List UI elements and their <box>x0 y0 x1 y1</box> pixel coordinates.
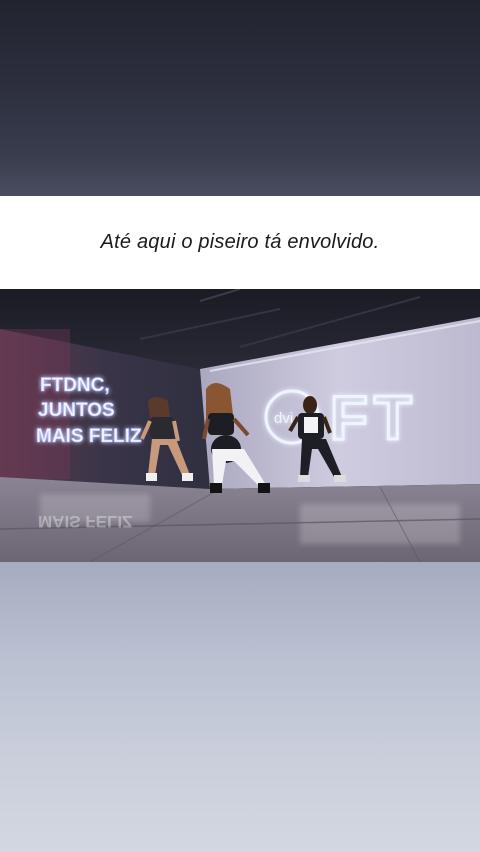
dance-studio-scene: FTDNC, JUNTOS MAIS FELIZ dvi FT MAIS FEL… <box>0 289 480 562</box>
small-logo-text: dvi <box>274 410 293 427</box>
neon-floor-reflection: MAIS FELIZ <box>38 512 132 531</box>
neon-sign-line: MAIS FELIZ <box>36 426 142 447</box>
blurred-background-bottom <box>0 562 480 852</box>
screen: Até aqui o piseiro tá envolvido. FTDNC, … <box>0 0 480 852</box>
neon-sign-line: JUNTOS <box>38 400 115 421</box>
caption-text: Até aqui o piseiro tá envolvido. <box>100 231 380 253</box>
neon-logo-text: FT <box>330 384 418 453</box>
neon-sign-line: FTDNC, <box>40 375 110 396</box>
caption-band: Até aqui o piseiro tá envolvido. <box>0 196 480 289</box>
blurred-background-top <box>0 0 480 196</box>
video-frame[interactable]: FTDNC, JUNTOS MAIS FELIZ dvi FT MAIS FEL… <box>0 289 480 562</box>
